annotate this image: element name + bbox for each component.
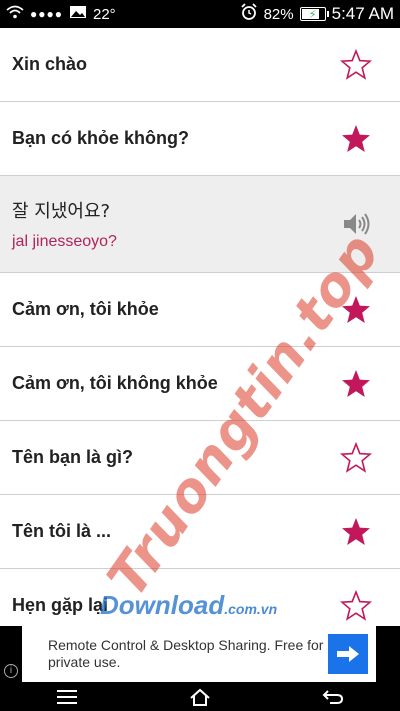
image-icon [69, 5, 87, 23]
phrase-text: Tên tôi là ... [12, 521, 112, 541]
phrase-row-expanded[interactable]: 잘 지냈어요? jal jinesseoyo? [0, 176, 400, 273]
star-filled-icon[interactable] [336, 512, 376, 552]
arrow-right-icon[interactable] [328, 634, 368, 674]
home-icon[interactable] [180, 685, 220, 709]
phrase-row[interactable]: Cảm ơn, tôi không khỏe [0, 347, 400, 421]
phrase-row[interactable]: Tên tôi là ... [0, 495, 400, 569]
wifi-icon [6, 5, 24, 23]
phrase-list: Xin chào Bạn có khỏe không? 잘 지냈어요? jal … [0, 28, 400, 626]
speaker-icon[interactable] [336, 204, 376, 244]
phrase-text: Xin chào [12, 54, 88, 74]
phrase-row[interactable]: Bạn có khỏe không? [0, 102, 400, 176]
phrase-text: Cảm ơn, tôi khỏe [12, 299, 159, 319]
phrase-text: Bạn có khỏe không? [12, 128, 190, 148]
clock: 5:47 AM [331, 4, 394, 23]
status-bar: ●●●● 22° 82% ⚡ 5:47 AM [0, 0, 400, 28]
status-bar-left: ●●●● 22° [6, 5, 116, 23]
phrase-text: Hẹn gặp lại [12, 595, 109, 615]
ad-content[interactable]: Remote Control & Desktop Sharing. Free f… [22, 626, 376, 682]
ad-banner[interactable]: Remote Control & Desktop Sharing. Free f… [0, 626, 400, 682]
phrase-row[interactable]: Xin chào [0, 28, 400, 102]
phrase-row[interactable]: Hẹn gặp lại [0, 569, 400, 626]
battery-charging-icon: ⚡ [299, 7, 329, 21]
phrase-row[interactable]: Tên bạn là gì? [0, 421, 400, 495]
star-outline-icon[interactable] [336, 586, 376, 626]
battery-percent: 82% [263, 5, 294, 23]
temperature: 22° [93, 5, 116, 23]
back-icon[interactable] [313, 685, 353, 709]
star-outline-icon[interactable] [336, 45, 376, 85]
star-outline-icon[interactable] [336, 438, 376, 478]
status-bar-right: 82% ⚡ 5:47 AM [240, 3, 394, 25]
alarm-clock-icon [240, 3, 258, 25]
star-filled-icon[interactable] [336, 290, 376, 330]
ad-text[interactable]: Remote Control & Desktop Sharing. Free f… [22, 637, 328, 671]
star-filled-icon[interactable] [336, 119, 376, 159]
romanization-text: jal jinesseoyo? [12, 233, 117, 250]
star-filled-icon[interactable] [336, 364, 376, 404]
navigation-bar [0, 682, 400, 711]
info-icon[interactable]: i [4, 664, 18, 678]
signal-dots-icon: ●●●● [30, 7, 63, 21]
menu-icon[interactable] [47, 685, 87, 709]
phrase-row[interactable]: Cảm ơn, tôi khỏe [0, 273, 400, 347]
phrase-text: Tên bạn là gì? [12, 447, 134, 467]
translation-text: 잘 지냈어요? [12, 201, 111, 222]
phrase-text: Cảm ơn, tôi không khỏe [12, 373, 218, 393]
